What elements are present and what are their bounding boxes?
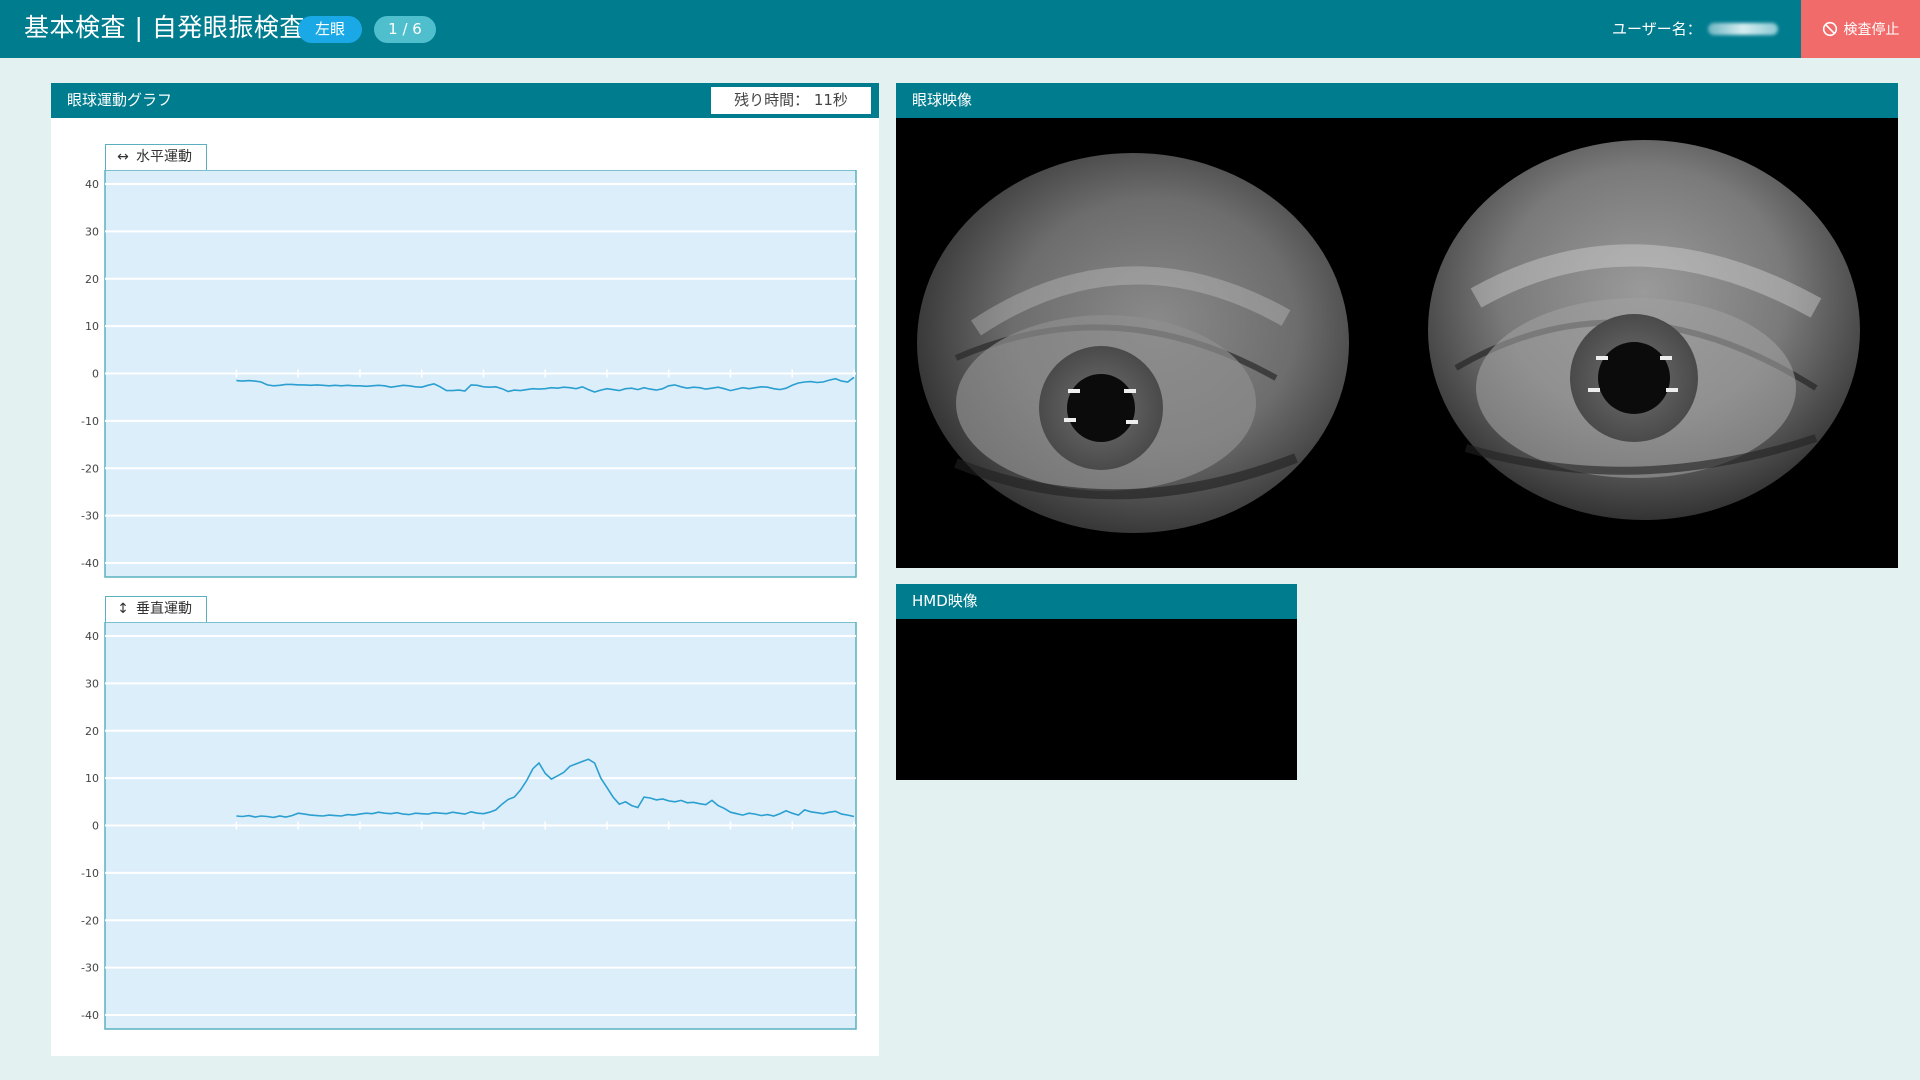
vertical-chart-tab[interactable]: ↕ 垂直運動 [105, 596, 207, 622]
horizontal-y-tick-label: -10 [81, 415, 99, 428]
horizontal-chart-label: 水平運動 [136, 149, 192, 165]
prohibit-icon [1822, 21, 1837, 37]
vertical-y-tick-label: 10 [85, 772, 99, 785]
vertical-chart-label: 垂直運動 [136, 601, 192, 617]
vertical-y-tick-label: 30 [85, 677, 99, 690]
horizontal-y-tick-label: 40 [85, 178, 99, 191]
vertical-y-tick-label: -20 [81, 914, 99, 927]
horizontal-movement-chart: 40 30 20 10 0 -10 -20 -30 -40 [81, 170, 857, 578]
stop-test-label: 検査停止 [1843, 22, 1900, 38]
horizontal-y-tick-label: 0 [92, 368, 99, 381]
horizontal-arrows-icon: ↔ [117, 149, 129, 165]
vertical-y-tick-label: 0 [92, 820, 99, 833]
hmd-panel-header: HMD映像 [896, 584, 1297, 619]
page-title: 基本検査 | 自発眼振検査 [24, 13, 305, 42]
horizontal-y-tick-label: 30 [85, 225, 99, 238]
vertical-y-tick-label: -30 [81, 962, 99, 975]
graph-panel-header: 眼球運動グラフ 残り時間： 11秒 [51, 83, 879, 118]
eye-video-image [896, 118, 1898, 568]
eye-video-feed [896, 118, 1898, 568]
horizontal-chart-tab[interactable]: ↔ 水平運動 [105, 144, 207, 170]
eye-video-panel: 眼球映像 [896, 83, 1898, 568]
video-panel-title: 眼球映像 [912, 91, 973, 109]
stop-test-button[interactable]: 検査停止 [1801, 0, 1920, 58]
vertical-y-tick-label: -40 [81, 1009, 99, 1022]
right-eye-image [1428, 140, 1860, 520]
remaining-time: 残り時間： 11秒 [711, 87, 871, 114]
eye-badge: 左眼 [298, 16, 362, 43]
vertical-arrows-icon: ↕ [117, 601, 129, 617]
horizontal-y-tick-label: -20 [81, 462, 99, 475]
user-label: ユーザー名： [1612, 20, 1702, 38]
left-eye-image [917, 153, 1349, 533]
top-header: 基本検査 | 自発眼振検査 左眼 1 / 6 ユーザー名： 検査停止 [0, 0, 1920, 58]
step-badge: 1 / 6 [374, 16, 436, 43]
horizontal-y-tick-label: 20 [85, 273, 99, 286]
eye-movement-graph-panel: 眼球運動グラフ 残り時間： 11秒 ↔ 水平運動 40 30 20 10 0 -10 -20 -… [51, 83, 879, 1056]
hmd-panel-title: HMD映像 [912, 592, 978, 610]
vertical-movement-chart: 40 30 20 10 0 -10 -20 -30 -40 [81, 622, 857, 1030]
vertical-y-tick-label: 40 [85, 630, 99, 643]
hmd-video-panel: HMD映像 [896, 584, 1297, 780]
hmd-video-feed [896, 619, 1297, 780]
horizontal-y-tick-label: -40 [81, 557, 99, 570]
vertical-y-tick-label: -10 [81, 867, 99, 880]
horizontal-y-tick-label: -30 [81, 510, 99, 523]
video-panel-header: 眼球映像 [896, 83, 1898, 118]
user-name-blurred [1708, 23, 1778, 35]
graph-panel-title: 眼球運動グラフ [67, 91, 173, 109]
horizontal-y-tick-label: 10 [85, 320, 99, 333]
vertical-y-tick-label: 20 [85, 725, 99, 738]
